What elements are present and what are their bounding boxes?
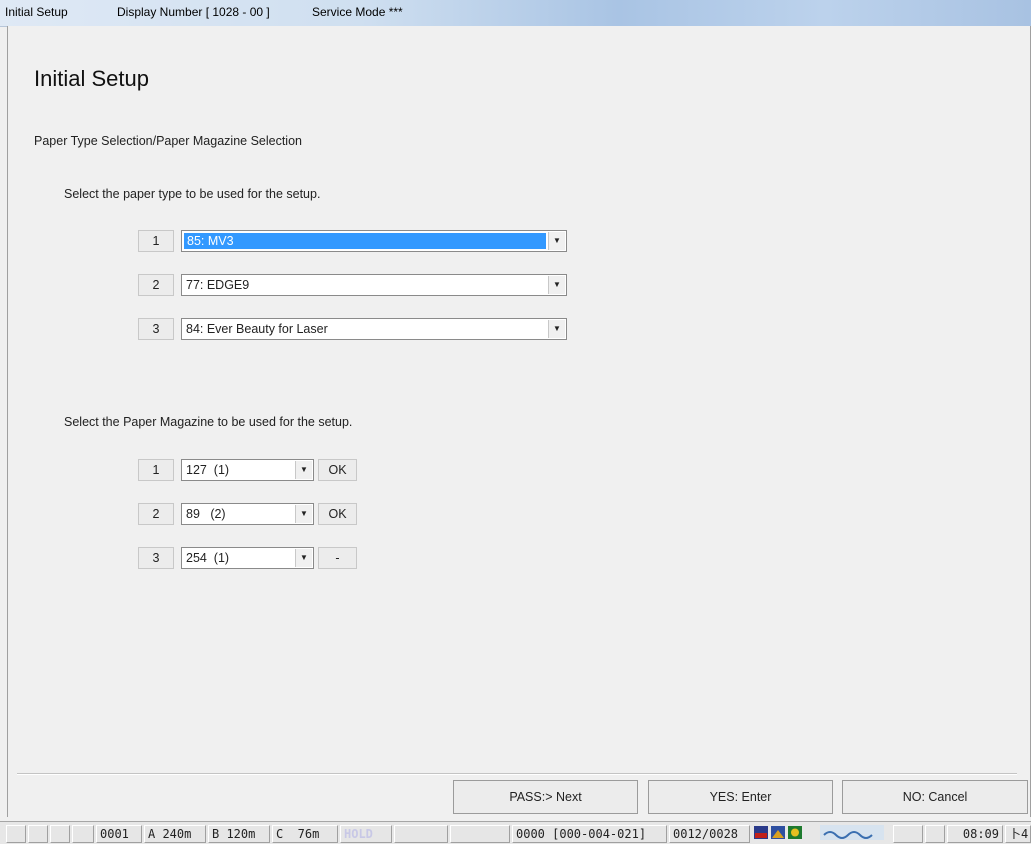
chevron-down-icon[interactable]: ▼ — [548, 232, 565, 250]
status-a: A 240m — [144, 825, 206, 843]
chevron-down-icon[interactable]: ▼ — [295, 461, 312, 479]
paper-type-value: 85: MV3 — [184, 233, 546, 249]
paper-type-select-1[interactable]: 85: MV3 ▼ — [181, 230, 567, 252]
status-slot — [893, 825, 923, 843]
magazine-status: - — [318, 547, 357, 569]
monitor-icon-fill — [755, 833, 767, 838]
row-number: 2 — [138, 503, 174, 525]
status-time: 08:09 — [947, 825, 1003, 843]
title-app: Initial Setup — [5, 5, 68, 19]
paper-type-value: 84: Ever Beauty for Laser — [186, 322, 328, 336]
magazine-select-3[interactable]: 254 (1) ▼ — [181, 547, 314, 569]
magazine-value: 89 (2) — [186, 507, 226, 521]
magazine-select-1[interactable]: 127 (1) ▼ — [181, 459, 314, 481]
page-title: Initial Setup — [34, 66, 149, 91]
status-slot — [394, 825, 448, 843]
chevron-down-icon[interactable]: ▼ — [548, 320, 565, 338]
status-bar: 0001 A 240m B 120m C 76m HOLD 0000 [000-… — [0, 821, 1031, 844]
row-number: 2 — [138, 274, 174, 296]
magazine-status: OK — [318, 503, 357, 525]
title-service-mode: Service Mode *** — [312, 5, 403, 19]
yes-enter-button[interactable]: YES: Enter — [648, 780, 833, 814]
waves-icon — [820, 825, 884, 840]
chevron-down-icon[interactable]: ▼ — [295, 549, 312, 567]
status-slot — [50, 825, 70, 843]
magazine-select-2[interactable]: 89 (2) ▼ — [181, 503, 314, 525]
magazine-value: 127 (1) — [186, 463, 230, 477]
status-icons — [754, 826, 802, 839]
paper-type-instruction: Select the paper type to be used for the… — [64, 187, 321, 201]
chevron-down-icon[interactable]: ▼ — [295, 505, 312, 523]
magazine-instruction: Select the Paper Magazine to be used for… — [64, 415, 353, 429]
magazine-status: OK — [318, 459, 357, 481]
status-c: C 76m — [272, 825, 338, 843]
magazine-value: 254 (1) — [186, 551, 230, 565]
status-code: 0000 [000-004-021] — [512, 825, 667, 843]
check-icon-dot — [791, 828, 799, 837]
status-hold: HOLD — [340, 825, 392, 843]
status-b: B 120m — [208, 825, 270, 843]
status-slot — [6, 825, 26, 843]
row-number: 1 — [138, 459, 174, 481]
pass-next-button[interactable]: PASS:> Next — [453, 780, 638, 814]
paper-type-select-2[interactable]: 77: EDGE9 ▼ — [181, 274, 567, 296]
title-display-number: Display Number [ 1028 - 00 ] — [117, 5, 270, 19]
paper-type-select-3[interactable]: 84: Ever Beauty for Laser ▼ — [181, 318, 567, 340]
status-slot — [72, 825, 94, 843]
paper-type-value: 77: EDGE9 — [186, 278, 250, 292]
status-slot — [28, 825, 48, 843]
status-counter: 0001 — [96, 825, 142, 843]
footer-divider — [17, 773, 1017, 775]
row-number: 3 — [138, 318, 174, 340]
status-page: 0012/0028 — [669, 825, 750, 843]
section-label: Paper Type Selection/Paper Magazine Sele… — [34, 134, 302, 148]
status-slot — [925, 825, 945, 843]
row-number: 3 — [138, 547, 174, 569]
row-number: 1 — [138, 230, 174, 252]
title-bar: Initial Setup Display Number [ 1028 - 00… — [0, 0, 1031, 27]
status-slot — [450, 825, 510, 843]
no-cancel-button[interactable]: NO: Cancel — [842, 780, 1028, 814]
status-tail: 卜4 — [1005, 825, 1031, 843]
chevron-down-icon[interactable]: ▼ — [548, 276, 565, 294]
